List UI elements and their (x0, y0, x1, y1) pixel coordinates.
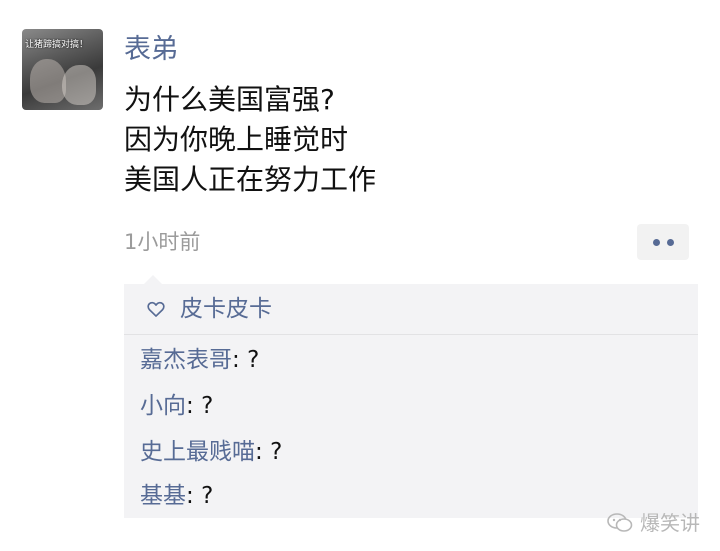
comment-item[interactable]: 嘉杰表哥: ? (140, 342, 259, 378)
comment-author[interactable]: 嘉杰表哥 (140, 347, 232, 373)
comment-text: ? (201, 393, 214, 419)
heart-outline-icon (147, 301, 165, 317)
comment-separator: : (232, 347, 248, 373)
likes-row: 皮卡皮卡 (124, 284, 698, 335)
post-line-1: 为什么美国富强? (124, 83, 335, 116)
watermark-text: 爆笑讲 (640, 511, 700, 535)
comment-text: ? (270, 439, 283, 465)
comment-item[interactable]: 小向: ? (140, 388, 213, 424)
avatar-figure-left (30, 59, 66, 103)
comment-text: ? (247, 347, 260, 373)
more-dot-icon (652, 238, 660, 246)
comment-separator: : (186, 483, 202, 509)
comment-item[interactable]: 史上最贱喵: ? (140, 434, 282, 470)
more-dot-icon (666, 238, 674, 246)
post-content: 为什么美国富强? 因为你晚上睡觉时 美国人正在努力工作 (124, 80, 684, 200)
comment-separator: : (186, 393, 202, 419)
comment-author[interactable]: 基基 (140, 483, 186, 509)
author-avatar[interactable]: 让猪蹄搞对搞！ (22, 29, 103, 110)
author-name[interactable]: 表弟 (124, 30, 178, 70)
comment-author[interactable]: 小向 (140, 393, 186, 419)
post-time: 1小时前 (124, 230, 201, 254)
likes-comments-panel: 皮卡皮卡 嘉杰表哥: ? 小向: ? 史上最贱喵: ? 基基: ? (124, 275, 698, 518)
wechat-bubble-icon (607, 513, 633, 532)
watermark: 爆笑讲 (606, 508, 700, 538)
comment-text: ? (201, 483, 214, 509)
avatar-figure-right (62, 65, 96, 105)
more-actions-button[interactable] (637, 224, 689, 260)
avatar-caption: 让猪蹄搞对搞！ (25, 40, 89, 50)
comment-separator: : (255, 439, 271, 465)
comment-author[interactable]: 史上最贱喵 (140, 439, 255, 465)
post-line-2: 因为你晚上睡觉时 (124, 123, 349, 156)
panel-pointer (144, 275, 162, 284)
post-line-3: 美国人正在努力工作 (124, 163, 377, 196)
liker-name[interactable]: 皮卡皮卡 (180, 291, 272, 327)
comment-item[interactable]: 基基: ? (140, 478, 213, 514)
